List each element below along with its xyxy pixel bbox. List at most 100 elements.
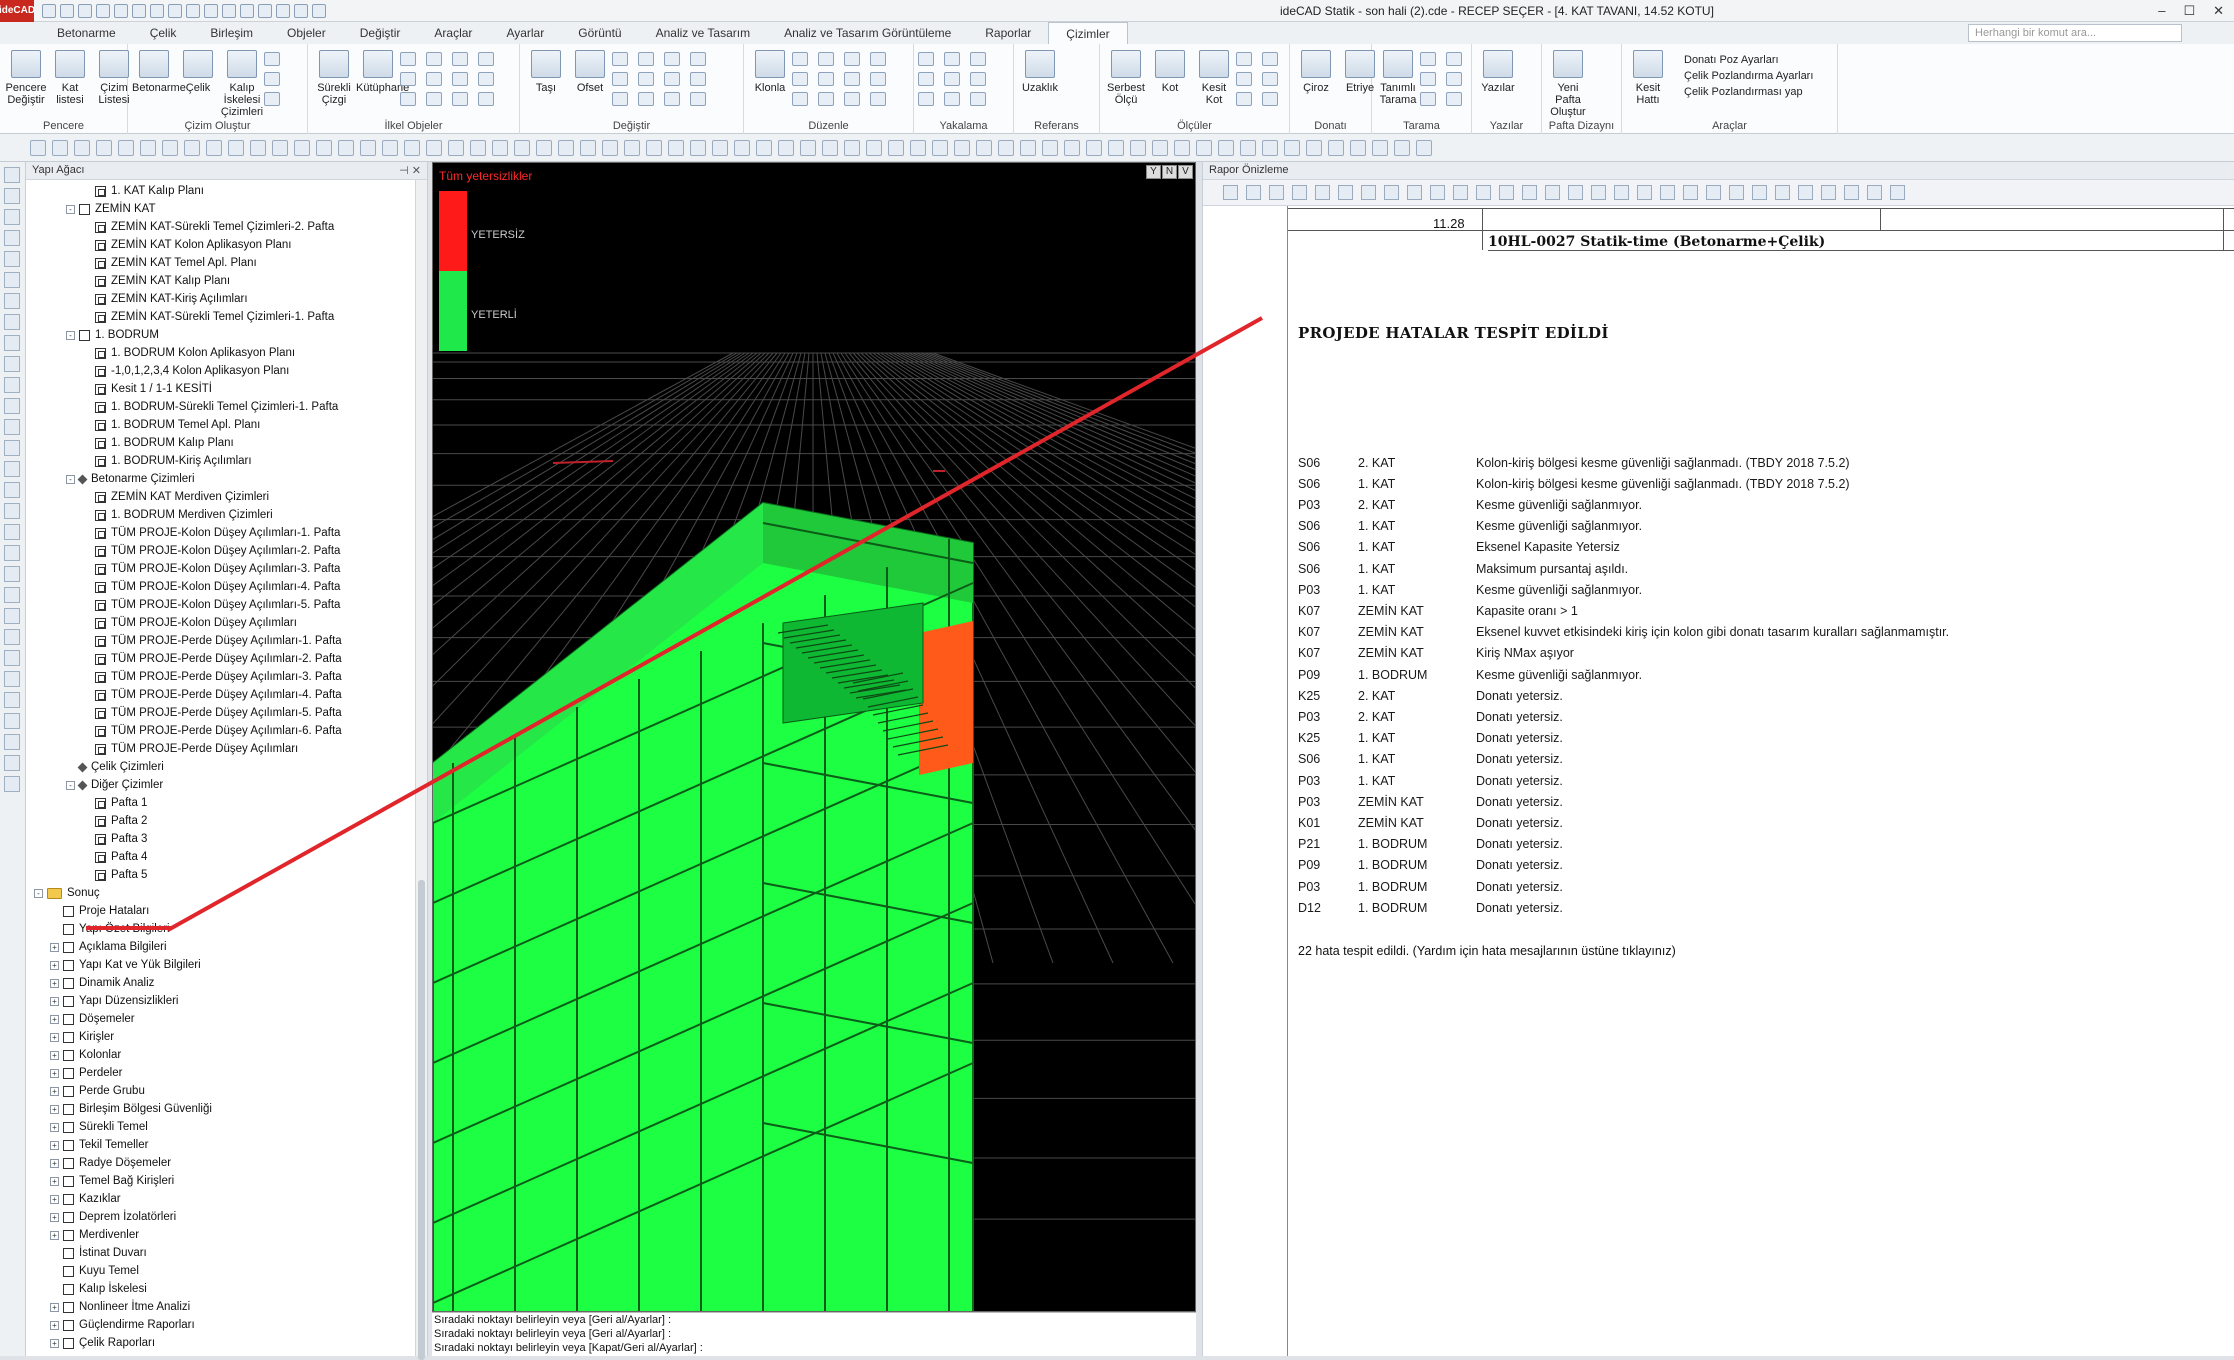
error-row[interactable]: K07 ZEMİN KAT Kiriş NMax aşıyor <box>1298 643 1574 664</box>
error-row[interactable]: P21 1. BODRUM Donatı yetersiz. <box>1298 834 1563 855</box>
tree-item[interactable]: + Perdeler <box>50 1064 122 1082</box>
tree-item[interactable]: Proje Hataları <box>50 902 149 920</box>
tool-icon[interactable] <box>638 92 654 106</box>
tool-icon[interactable] <box>866 139 882 156</box>
tree-item[interactable]: TÜM PROJE-Kolon Düşey Açılımları-5. Paft… <box>82 596 340 614</box>
tool-icon[interactable] <box>52 139 68 156</box>
tool-icon[interactable] <box>918 52 934 66</box>
report-tool-icon[interactable] <box>1269 185 1284 200</box>
tool-icon[interactable] <box>638 52 654 66</box>
report-tool-icon[interactable] <box>1453 185 1468 200</box>
tool-icon[interactable] <box>4 566 20 582</box>
tool-icon[interactable] <box>818 92 834 106</box>
tool-icon[interactable] <box>1262 92 1278 106</box>
save-as-icon[interactable] <box>114 3 128 18</box>
tool-icon[interactable] <box>4 629 20 645</box>
report-tool-icon[interactable] <box>1844 185 1859 200</box>
tool-icon[interactable] <box>1394 139 1410 156</box>
save-icon[interactable] <box>96 3 110 18</box>
tool-icon[interactable] <box>30 139 46 156</box>
snap-icon[interactable] <box>222 3 236 18</box>
report-tool-icon[interactable] <box>1706 185 1721 200</box>
tool-icon[interactable] <box>4 377 20 393</box>
tool-icon[interactable] <box>1064 139 1080 156</box>
ribbon-button[interactable]: Kesit Kot <box>1192 50 1236 106</box>
tab-objeler[interactable]: Objeler <box>270 22 343 44</box>
tree-item[interactable]: - 1. BODRUM <box>66 326 159 344</box>
ribbon-button[interactable]: Ofset <box>568 50 612 94</box>
tool-icon[interactable] <box>452 72 468 86</box>
report-tool-icon[interactable] <box>1292 185 1307 200</box>
tree-item[interactable]: + Açıklama Bilgileri <box>50 938 167 956</box>
tool-icon[interactable] <box>400 72 416 86</box>
tool-icon[interactable] <box>1262 52 1278 66</box>
tab-birle-im[interactable]: Birleşim <box>193 22 270 44</box>
tool-icon[interactable] <box>624 139 640 156</box>
expander-icon[interactable]: + <box>50 942 59 952</box>
tool-icon[interactable] <box>970 72 986 86</box>
tool-icon[interactable] <box>96 139 112 156</box>
command-search-input[interactable]: Herhangi bir komut ara... <box>1968 24 2182 42</box>
tool-icon[interactable] <box>664 92 680 106</box>
ribbon-link[interactable]: Çelik Pozlandırma Ayarları <box>1684 70 1813 82</box>
tool-icon[interactable] <box>944 72 960 86</box>
tree-item[interactable]: 1. BODRUM-Kiriş Açılımları <box>82 452 252 470</box>
error-row[interactable]: K01 ZEMİN KAT Donatı yetersiz. <box>1298 812 1563 833</box>
expander-icon[interactable]: - <box>34 888 43 898</box>
tool-icon[interactable] <box>944 92 960 106</box>
tab-raporlar[interactable]: Raporlar <box>968 22 1048 44</box>
tool-icon[interactable] <box>580 139 596 156</box>
tool-icon[interactable] <box>1108 139 1124 156</box>
ribbon-button[interactable]: Pencere Değiştir <box>4 50 48 106</box>
ribbon-button[interactable]: Kesit Hattı <box>1626 50 1670 106</box>
tool-icon[interactable] <box>272 139 288 156</box>
tool-icon[interactable] <box>1372 139 1388 156</box>
tool-icon[interactable] <box>264 72 280 86</box>
layers-icon[interactable] <box>186 3 200 18</box>
tool-icon[interactable] <box>558 139 574 156</box>
error-row[interactable]: K07 ZEMİN KAT Eksenel kuvvet etkisindeki k… <box>1298 622 1949 643</box>
tool-icon[interactable] <box>844 92 860 106</box>
tool-icon[interactable] <box>734 139 750 156</box>
error-row[interactable]: P03 1. KAT Donatı yetersiz. <box>1298 770 1563 791</box>
tree-item[interactable]: TÜM PROJE-Kolon Düşey Açılımları-4. Paft… <box>82 578 340 596</box>
pen-icon[interactable] <box>294 3 308 18</box>
tab-analiz-ve-tasar-m-g-r-nt-leme[interactable]: Analiz ve Tasarım Görüntüleme <box>767 22 968 44</box>
tree-item[interactable]: ZEMİN KAT Merdiven Çizimleri <box>82 488 269 506</box>
tool-icon[interactable] <box>818 72 834 86</box>
tree-item[interactable]: TÜM PROJE-Kolon Düşey Açılımları <box>82 614 297 632</box>
error-row[interactable]: P09 1. BODRUM Donatı yetersiz. <box>1298 855 1563 876</box>
error-row[interactable]: S06 1. KAT Kesme güvenliği sağlanmıyor. <box>1298 516 1642 537</box>
tree-item[interactable]: + Radye Döşemeler <box>50 1154 171 1172</box>
tool-icon[interactable] <box>4 755 20 771</box>
tree-item[interactable]: + Kazıklar <box>50 1190 121 1208</box>
ribbon-button[interactable]: Çelik <box>176 50 220 94</box>
new-file-icon[interactable] <box>60 3 74 18</box>
expander-icon[interactable]: + <box>50 1122 59 1132</box>
report-tool-icon[interactable] <box>1568 185 1583 200</box>
error-row[interactable]: S06 1. KAT Eksenel Kapasite Yetersiz <box>1298 537 1620 558</box>
report-tool-icon[interactable] <box>1683 185 1698 200</box>
tool-icon[interactable] <box>4 398 20 414</box>
tree-item[interactable]: + Yapı Kat ve Yük Bilgileri <box>50 956 201 974</box>
tool-icon[interactable] <box>294 139 310 156</box>
ribbon-button[interactable]: Kütüphane <box>356 50 409 94</box>
3d-viewport[interactable]: Tüm yetersizlikler YETERSİZ YETERLİ Y N … <box>432 162 1196 1312</box>
tool-icon[interactable] <box>870 72 886 86</box>
tree-item[interactable]: ZEMİN KAT Kolon Aplikasyon Planı <box>82 236 291 254</box>
tool-icon[interactable] <box>4 671 20 687</box>
expander-icon[interactable]: + <box>50 1104 59 1114</box>
tree-item[interactable]: - Betonarme Çizimleri <box>66 470 195 488</box>
expander-icon[interactable]: + <box>50 1086 59 1096</box>
tool-icon[interactable] <box>338 139 354 156</box>
tree-item[interactable]: TÜM PROJE-Perde Düşey Açılımları <box>82 740 298 758</box>
tree-scrollbar[interactable] <box>415 180 427 1360</box>
tool-icon[interactable] <box>4 650 20 666</box>
ribbon-link[interactable]: Çelik Pozlandırması yap <box>1684 86 1813 98</box>
tree-item[interactable]: TÜM PROJE-Perde Düşey Açılımları-2. Paft… <box>82 650 342 668</box>
tool-icon[interactable] <box>478 92 494 106</box>
expander-icon[interactable]: + <box>50 1032 59 1042</box>
tree-item[interactable]: 1. BODRUM Temel Apl. Planı <box>82 416 260 434</box>
tool-icon[interactable] <box>426 92 442 106</box>
tool-icon[interactable] <box>4 335 20 351</box>
